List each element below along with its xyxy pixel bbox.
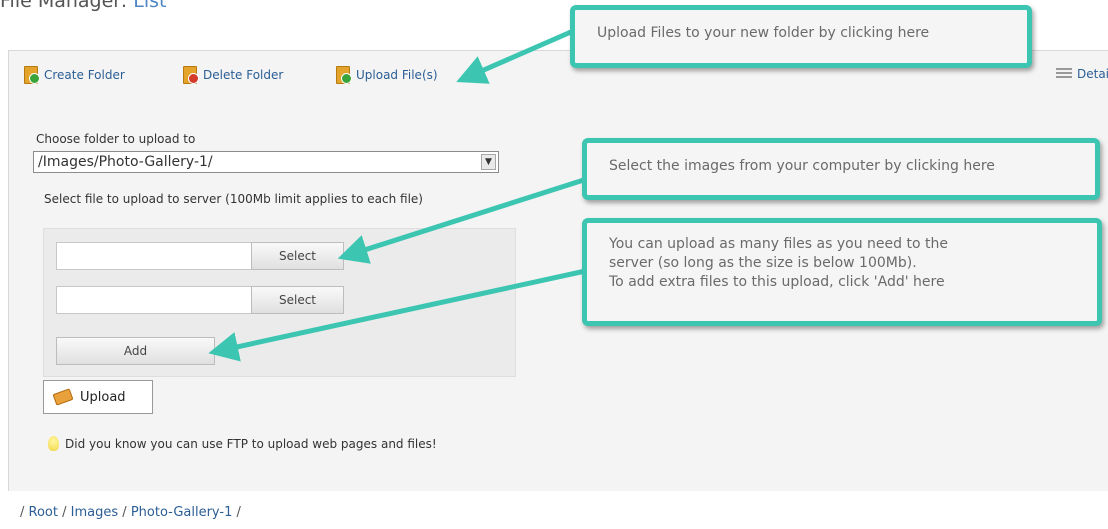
arrow-add-file	[208, 267, 591, 362]
arrow-select-file	[337, 175, 591, 264]
callout-select-images: Select the images from your computer by …	[582, 138, 1100, 200]
callout-upload-files: Upload Files to your new folder by click…	[570, 5, 1032, 68]
arrow-upload-files	[456, 25, 581, 84]
callout-add-files: You can upload as many files as you need…	[582, 218, 1102, 326]
